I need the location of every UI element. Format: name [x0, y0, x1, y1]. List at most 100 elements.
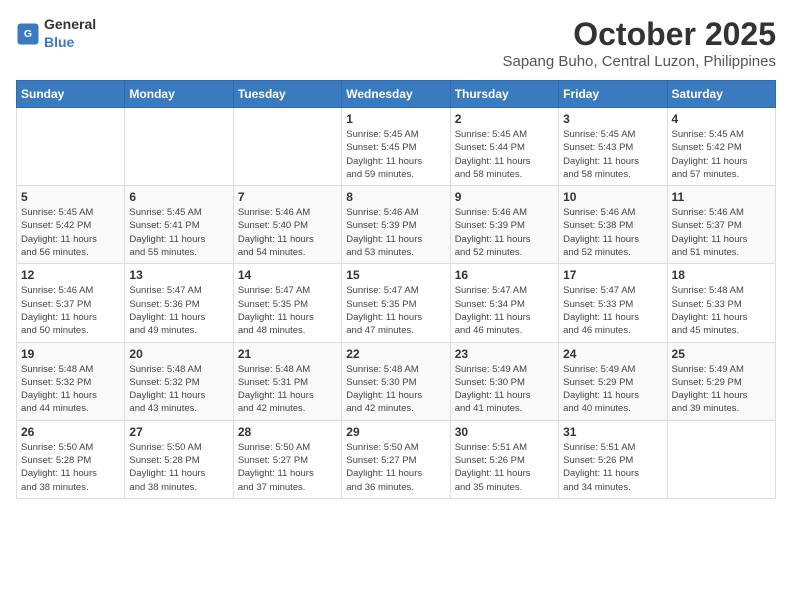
day-number: 23 — [455, 347, 554, 361]
calendar-cell: 22 Sunrise: 5:48 AMSunset: 5:30 PMDayligh… — [342, 342, 450, 420]
calendar-cell: 17 Sunrise: 5:47 AMSunset: 5:33 PMDayligh… — [559, 264, 667, 342]
weekday-header-saturday: Saturday — [667, 81, 775, 108]
header: G General Blue October 2025 Sapang Buho,… — [16, 16, 776, 70]
calendar-cell: 19 Sunrise: 5:48 AMSunset: 5:32 PMDayligh… — [17, 342, 125, 420]
calendar-cell: 24 Sunrise: 5:49 AMSunset: 5:29 PMDayligh… — [559, 342, 667, 420]
day-info: Sunrise: 5:46 AMSunset: 5:39 PMDaylight:… — [346, 206, 445, 259]
day-number: 17 — [563, 268, 662, 282]
day-info: Sunrise: 5:47 AMSunset: 5:35 PMDaylight:… — [238, 284, 337, 337]
calendar-cell: 3 Sunrise: 5:45 AMSunset: 5:43 PMDaylight… — [559, 108, 667, 186]
day-number: 16 — [455, 268, 554, 282]
week-row-1: 1 Sunrise: 5:45 AMSunset: 5:45 PMDaylight… — [17, 108, 776, 186]
calendar-cell: 4Sunrise: 5:45 AMSunset: 5:42 PMDaylight… — [667, 108, 775, 186]
day-info: Sunrise: 5:45 AMSunset: 5:41 PMDaylight:… — [129, 206, 228, 259]
weekday-header-tuesday: Tuesday — [233, 81, 341, 108]
day-info: Sunrise: 5:51 AMSunset: 5:26 PMDaylight:… — [455, 441, 554, 494]
day-number: 26 — [21, 425, 120, 439]
day-number: 1 — [346, 112, 445, 126]
calendar-cell: 21Sunrise: 5:48 AMSunset: 5:31 PMDayligh… — [233, 342, 341, 420]
day-info: Sunrise: 5:48 AMSunset: 5:30 PMDaylight:… — [346, 363, 445, 416]
logo-text: General Blue — [44, 16, 96, 52]
main-title: October 2025 — [502, 16, 776, 53]
day-number: 4 — [672, 112, 771, 126]
day-number: 14 — [238, 268, 337, 282]
calendar-cell: 10Sunrise: 5:46 AMSunset: 5:38 PMDayligh… — [559, 186, 667, 264]
day-info: Sunrise: 5:50 AMSunset: 5:28 PMDaylight:… — [129, 441, 228, 494]
day-info: Sunrise: 5:47 AMSunset: 5:33 PMDaylight:… — [563, 284, 662, 337]
day-info: Sunrise: 5:45 AMSunset: 5:44 PMDaylight:… — [455, 128, 554, 181]
day-info: Sunrise: 5:51 AMSunset: 5:26 PMDaylight:… — [563, 441, 662, 494]
day-info: Sunrise: 5:45 AMSunset: 5:45 PMDaylight:… — [346, 128, 445, 181]
calendar-cell: 9 Sunrise: 5:46 AMSunset: 5:39 PMDaylight… — [450, 186, 558, 264]
day-info: Sunrise: 5:49 AMSunset: 5:29 PMDaylight:… — [672, 363, 771, 416]
calendar-cell: 30 Sunrise: 5:51 AMSunset: 5:26 PMDayligh… — [450, 420, 558, 498]
calendar-cell: 2Sunrise: 5:45 AMSunset: 5:44 PMDaylight… — [450, 108, 558, 186]
day-number: 11 — [672, 190, 771, 204]
calendar-cell: 26 Sunrise: 5:50 AMSunset: 5:28 PMDayligh… — [17, 420, 125, 498]
day-number: 15 — [346, 268, 445, 282]
day-number: 6 — [129, 190, 228, 204]
weekday-header-row: SundayMondayTuesdayWednesdayThursdayFrid… — [17, 81, 776, 108]
calendar-cell: 11 Sunrise: 5:46 AMSunset: 5:37 PMDayligh… — [667, 186, 775, 264]
day-info: Sunrise: 5:50 AMSunset: 5:28 PMDaylight:… — [21, 441, 120, 494]
day-number: 24 — [563, 347, 662, 361]
day-number: 30 — [455, 425, 554, 439]
weekday-header-wednesday: Wednesday — [342, 81, 450, 108]
day-info: Sunrise: 5:48 AMSunset: 5:31 PMDaylight:… — [238, 363, 337, 416]
logo: G General Blue — [16, 16, 96, 52]
day-number: 9 — [455, 190, 554, 204]
day-number: 10 — [563, 190, 662, 204]
logo-blue: Blue — [44, 34, 74, 50]
day-number: 31 — [563, 425, 662, 439]
calendar-cell: 16Sunrise: 5:47 AMSunset: 5:34 PMDayligh… — [450, 264, 558, 342]
calendar-cell: 8 Sunrise: 5:46 AMSunset: 5:39 PMDaylight… — [342, 186, 450, 264]
week-row-3: 12Sunrise: 5:46 AMSunset: 5:37 PMDayligh… — [17, 264, 776, 342]
day-info: Sunrise: 5:48 AMSunset: 5:32 PMDaylight:… — [129, 363, 228, 416]
day-number: 5 — [21, 190, 120, 204]
day-info: Sunrise: 5:47 AMSunset: 5:36 PMDaylight:… — [129, 284, 228, 337]
day-info: Sunrise: 5:46 AMSunset: 5:39 PMDaylight:… — [455, 206, 554, 259]
calendar-cell: 6 Sunrise: 5:45 AMSunset: 5:41 PMDaylight… — [125, 186, 233, 264]
calendar-cell — [125, 108, 233, 186]
day-info: Sunrise: 5:45 AMSunset: 5:43 PMDaylight:… — [563, 128, 662, 181]
day-number: 8 — [346, 190, 445, 204]
day-number: 18 — [672, 268, 771, 282]
day-info: Sunrise: 5:45 AMSunset: 5:42 PMDaylight:… — [21, 206, 120, 259]
calendar-cell: 15Sunrise: 5:47 AMSunset: 5:35 PMDayligh… — [342, 264, 450, 342]
day-number: 28 — [238, 425, 337, 439]
calendar-cell — [17, 108, 125, 186]
day-info: Sunrise: 5:46 AMSunset: 5:37 PMDaylight:… — [21, 284, 120, 337]
calendar-cell: 20Sunrise: 5:48 AMSunset: 5:32 PMDayligh… — [125, 342, 233, 420]
week-row-2: 5 Sunrise: 5:45 AMSunset: 5:42 PMDaylight… — [17, 186, 776, 264]
subtitle: Sapang Buho, Central Luzon, Philippines — [502, 53, 776, 70]
day-info: Sunrise: 5:50 AMSunset: 5:27 PMDaylight:… — [346, 441, 445, 494]
calendar-cell: 1 Sunrise: 5:45 AMSunset: 5:45 PMDaylight… — [342, 108, 450, 186]
logo-icon: G — [16, 22, 40, 46]
calendar-cell — [667, 420, 775, 498]
calendar-cell: 27Sunrise: 5:50 AMSunset: 5:28 PMDayligh… — [125, 420, 233, 498]
logo-general: General — [44, 16, 96, 32]
calendar-cell: 31 Sunrise: 5:51 AMSunset: 5:26 PMDayligh… — [559, 420, 667, 498]
day-number: 25 — [672, 347, 771, 361]
day-info: Sunrise: 5:49 AMSunset: 5:30 PMDaylight:… — [455, 363, 554, 416]
weekday-header-friday: Friday — [559, 81, 667, 108]
day-info: Sunrise: 5:49 AMSunset: 5:29 PMDaylight:… — [563, 363, 662, 416]
day-number: 29 — [346, 425, 445, 439]
day-info: Sunrise: 5:48 AMSunset: 5:32 PMDaylight:… — [21, 363, 120, 416]
calendar: SundayMondayTuesdayWednesdayThursdayFrid… — [16, 80, 776, 499]
day-info: Sunrise: 5:46 AMSunset: 5:40 PMDaylight:… — [238, 206, 337, 259]
day-number: 7 — [238, 190, 337, 204]
day-info: Sunrise: 5:46 AMSunset: 5:37 PMDaylight:… — [672, 206, 771, 259]
day-number: 3 — [563, 112, 662, 126]
calendar-cell: 5 Sunrise: 5:45 AMSunset: 5:42 PMDaylight… — [17, 186, 125, 264]
calendar-cell: 23 Sunrise: 5:49 AMSunset: 5:30 PMDayligh… — [450, 342, 558, 420]
calendar-cell: 12Sunrise: 5:46 AMSunset: 5:37 PMDayligh… — [17, 264, 125, 342]
day-number: 19 — [21, 347, 120, 361]
day-number: 22 — [346, 347, 445, 361]
week-row-5: 26 Sunrise: 5:50 AMSunset: 5:28 PMDayligh… — [17, 420, 776, 498]
calendar-cell: 25 Sunrise: 5:49 AMSunset: 5:29 PMDayligh… — [667, 342, 775, 420]
day-number: 13 — [129, 268, 228, 282]
weekday-header-monday: Monday — [125, 81, 233, 108]
weekday-header-thursday: Thursday — [450, 81, 558, 108]
calendar-cell — [233, 108, 341, 186]
